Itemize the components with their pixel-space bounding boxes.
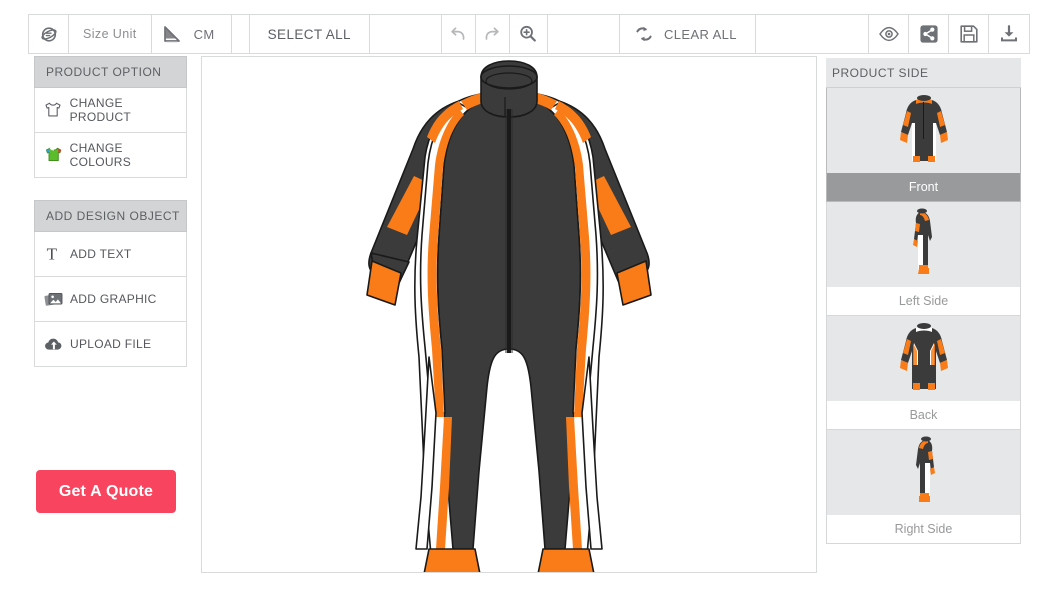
toolbar-spacer-1 — [231, 15, 250, 53]
add-design-object-title: ADD DESIGN OBJECT — [34, 200, 187, 232]
refresh-icon — [634, 24, 654, 44]
download-icon — [999, 24, 1019, 44]
design-canvas[interactable] — [201, 56, 817, 573]
thumb-label-right: Right Side — [827, 515, 1020, 543]
sidebar-item-add-graphic[interactable]: ADD GRAPHIC — [34, 277, 187, 322]
thumb-label-front: Front — [827, 173, 1020, 201]
product-side-title: PRODUCT SIDE — [826, 58, 1021, 88]
racing-suit-front-illustration — [366, 60, 652, 572]
sidebar-item-upload-file[interactable]: UPLOAD FILE — [34, 322, 187, 367]
sidebar-item-label: ADD TEXT — [70, 247, 132, 261]
unit-value: CM — [193, 26, 215, 42]
suit-back-thumb-icon — [899, 322, 948, 390]
suit-left-thumb-icon — [912, 208, 932, 274]
save-button[interactable] — [949, 15, 989, 53]
preview-button[interactable] — [869, 15, 909, 53]
rotate-3d-button[interactable] — [29, 15, 69, 53]
svg-text:T: T — [47, 245, 58, 263]
suit-right-thumb-icon — [915, 436, 935, 502]
sidebar-item-add-text[interactable]: T ADD TEXT — [34, 232, 187, 277]
sidebar: PRODUCT OPTION CHANGE PRODUCT CHANGE COL… — [34, 56, 187, 367]
eye-icon — [878, 25, 900, 43]
sidebar-item-change-colours[interactable]: CHANGE COLOURS — [34, 133, 187, 178]
zoom-button[interactable] — [509, 15, 548, 53]
app-root: Size Unit CM SELECT ALL CLEAR ALL PRODUC… — [0, 0, 1058, 608]
product-side-panel: PRODUCT SIDE Front Left Side Back Right … — [826, 58, 1021, 544]
toolbar-spacer-3 — [547, 15, 620, 53]
redo-icon — [482, 25, 502, 43]
undo-icon — [448, 25, 468, 43]
thumb-image-right — [827, 430, 1020, 515]
get-a-quote-button[interactable]: Get A Quote — [36, 470, 176, 513]
product-side-thumb-front[interactable]: Front — [826, 88, 1021, 202]
unit-selector[interactable]: CM — [151, 15, 232, 53]
size-unit-label: Size Unit — [69, 15, 152, 53]
clear-all-label: CLEAR ALL — [663, 26, 737, 42]
sidebar-item-change-product[interactable]: CHANGE PRODUCT — [34, 88, 187, 133]
download-button[interactable] — [989, 15, 1029, 53]
toolbar-spacer-2 — [369, 15, 442, 53]
share-button[interactable] — [909, 15, 949, 53]
floppy-save-icon — [959, 24, 979, 44]
thumb-image-front — [827, 88, 1020, 173]
product-side-thumb-right[interactable]: Right Side — [826, 430, 1021, 544]
tshirt-colour-icon — [43, 145, 67, 165]
images-icon — [43, 290, 67, 308]
rotate-3d-icon — [39, 24, 59, 44]
toolbar: Size Unit CM SELECT ALL CLEAR ALL — [28, 14, 1030, 54]
clear-all-button[interactable]: CLEAR ALL — [619, 15, 756, 53]
redo-button[interactable] — [475, 15, 510, 53]
cloud-upload-icon — [43, 335, 67, 353]
sidebar-item-label: CHANGE COLOURS — [69, 141, 132, 169]
tshirt-outline-icon — [43, 101, 67, 119]
product-option-panel: PRODUCT OPTION CHANGE PRODUCT CHANGE COL… — [34, 56, 187, 178]
thumb-image-left — [827, 202, 1020, 287]
select-all-button[interactable]: SELECT ALL — [249, 15, 370, 53]
product-side-thumb-left[interactable]: Left Side — [826, 202, 1021, 316]
thumb-image-back — [827, 316, 1020, 401]
sidebar-item-label: UPLOAD FILE — [70, 337, 152, 351]
sidebar-item-label: ADD GRAPHIC — [70, 292, 157, 306]
suit-front-thumb-icon — [899, 94, 948, 162]
zoom-in-icon — [518, 24, 538, 44]
toolbar-spacer-4 — [755, 15, 869, 53]
share-icon — [919, 24, 939, 44]
sidebar-item-label: CHANGE PRODUCT — [69, 96, 132, 124]
product-side-thumb-back[interactable]: Back — [826, 316, 1021, 430]
thumb-label-back: Back — [827, 401, 1020, 429]
thumb-label-left: Left Side — [827, 287, 1020, 315]
text-t-icon: T — [43, 245, 67, 263]
product-option-title: PRODUCT OPTION — [34, 56, 187, 88]
add-design-object-panel: ADD DESIGN OBJECT T ADD TEXT ADD GRAPHIC… — [34, 200, 187, 367]
ruler-triangle-icon — [162, 24, 184, 44]
undo-button[interactable] — [441, 15, 476, 53]
